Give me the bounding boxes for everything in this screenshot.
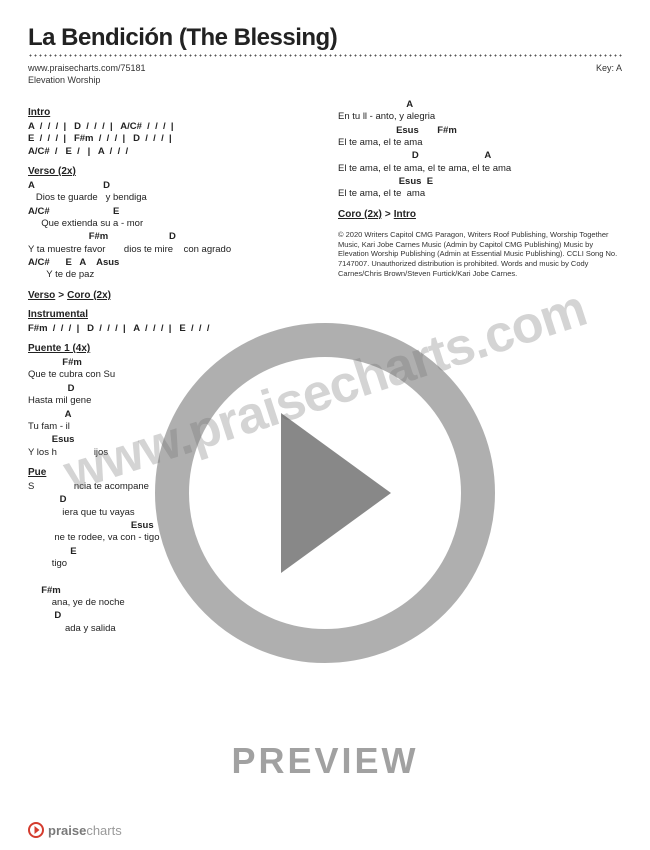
page-title: La Bendición (The Blessing): [28, 24, 622, 52]
lyric-line: Y los h ijos: [28, 447, 312, 459]
chord-line: Esus: [28, 520, 312, 532]
lyric-line: Y te de paz: [28, 269, 312, 281]
key-label: Key: A: [596, 63, 622, 73]
chord-line: F#m: [28, 357, 312, 369]
lyric-line: iera que tu vayas: [28, 507, 312, 519]
lyric-line: El te ama, el te ama, el te ama, el te a…: [338, 163, 622, 175]
section-intro: Intro: [28, 107, 312, 118]
lyric-line: El te ama, el te ama: [338, 188, 622, 200]
lyric-line: [28, 571, 312, 583]
chord-line: A: [28, 409, 312, 421]
chord-line: F#m: [28, 585, 312, 597]
preview-label: PREVIEW: [231, 740, 418, 782]
nav-verso-coro: Verso>Coro (2x): [28, 290, 312, 301]
section-instrumental: Instrumental: [28, 309, 312, 320]
lyric-line: S ncia te acompane: [28, 481, 312, 493]
section-puente1: Puente 1 (4x): [28, 343, 312, 354]
chord-line: F#m / / / | D / / / | A / / / | E / / /: [28, 323, 312, 335]
lyric-line: ne te rodee, va con - tigo: [28, 532, 312, 544]
chord-line: Esus E: [338, 176, 622, 188]
section-verso: Verso (2x): [28, 166, 312, 177]
lyric-line: Tu fam - il: [28, 421, 312, 433]
chord-line: A: [338, 99, 622, 111]
chord-line: A/C# / E / | A / / /: [28, 146, 312, 158]
chord-line: D: [28, 383, 312, 395]
lyric-line: Y ta muestre favor dios te mire con agra…: [28, 244, 312, 256]
lyric-line: ada y salida: [28, 623, 312, 635]
content-columns: Intro A / / / | D / / / | A/C# / / / | E…: [28, 99, 622, 636]
chord-line: E: [28, 546, 312, 558]
nav-coro-intro: Coro (2x)>Intro: [338, 209, 622, 220]
lyric-line: Dios te guarde y bendiga: [28, 192, 312, 204]
play-logo-icon: [28, 822, 44, 838]
chord-line: A / / / | D / / / | A/C# / / / |: [28, 121, 312, 133]
chord-line: Esus F#m: [338, 125, 622, 137]
section-puente2: Pue: [28, 467, 312, 478]
chord-line: D: [28, 494, 312, 506]
chord-line: Esus: [28, 434, 312, 446]
chord-line: A/C# E: [28, 206, 312, 218]
chord-line: D: [28, 610, 312, 622]
lyric-line: Que extienda su a - mor: [28, 218, 312, 230]
lyric-line: El te ama, el te ama: [338, 137, 622, 149]
lyric-line: En tu ll - anto, y alegria: [338, 111, 622, 123]
chord-line: F#m D: [28, 231, 312, 243]
chord-line: D A: [338, 150, 622, 162]
lyric-line: Que te cubra con Su: [28, 369, 312, 381]
column-right: A En tu ll - anto, y alegria Esus F#m El…: [338, 99, 622, 636]
chord-line: A D: [28, 180, 312, 192]
lyric-line: Hasta mil gene: [28, 395, 312, 407]
lyric-line: tigo: [28, 558, 312, 570]
logo-text: praisecharts: [48, 823, 122, 838]
source-url: www.praisecharts.com/75181: [28, 63, 146, 73]
artist-name: Elevation Worship: [28, 75, 622, 85]
chord-line: A/C# E A Asus: [28, 257, 312, 269]
column-left: Intro A / / / | D / / / | A/C# / / / | E…: [28, 99, 312, 636]
chord-line: E / / / | F#m / / / | D / / / |: [28, 133, 312, 145]
lyric-line: ana, ye de noche: [28, 597, 312, 609]
copyright-text: © 2020 Writers Capitol CMG Paragon, Writ…: [338, 230, 622, 279]
footer-logo: praisecharts: [28, 822, 122, 838]
title-divider: [28, 54, 622, 57]
